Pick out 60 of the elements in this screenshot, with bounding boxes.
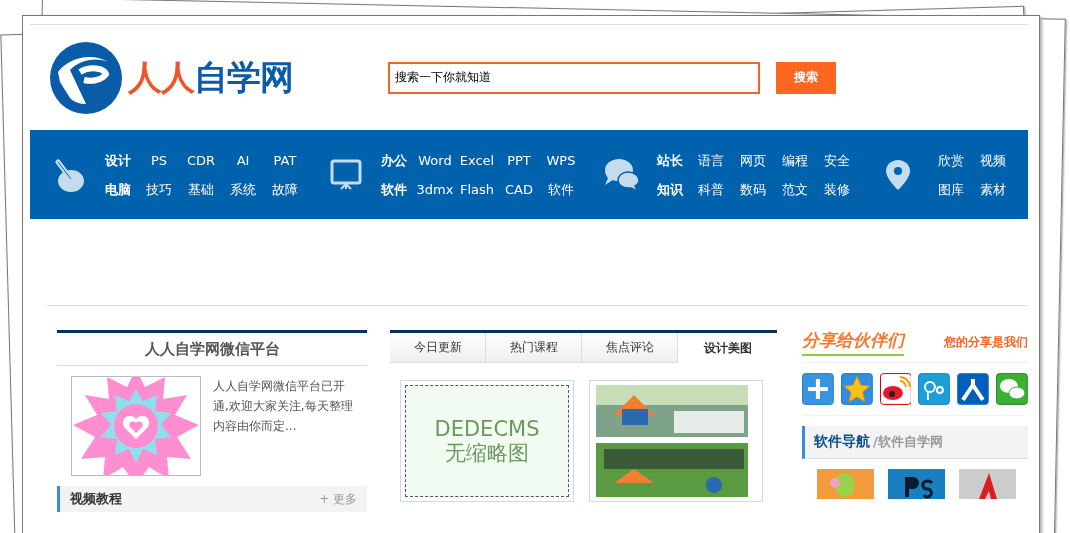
- nav-category-heading[interactable]: 办公: [378, 151, 410, 169]
- nav-link[interactable]: 基础: [180, 180, 222, 198]
- logo-icon: [50, 41, 122, 114]
- wechat-panel-title: 人人自学网微信平台: [57, 330, 367, 366]
- nav-link[interactable]: 视频: [972, 151, 1014, 169]
- nav-link[interactable]: PAT: [264, 151, 306, 169]
- location-pin-icon: [885, 158, 911, 191]
- nav-link[interactable]: PS: [138, 151, 180, 169]
- nav-link[interactable]: Excel: [456, 151, 498, 169]
- nav-category-heading[interactable]: 软件: [378, 180, 410, 198]
- nav-link[interactable]: 数码: [732, 180, 774, 198]
- nav-link[interactable]: 范文: [774, 180, 816, 198]
- nav-link[interactable]: WPS: [540, 151, 582, 169]
- photoshop-app-icon[interactable]: [888, 469, 945, 499]
- tab[interactable]: 热门课程: [486, 333, 582, 363]
- plus-share-icon[interactable]: [802, 373, 834, 405]
- section-subtitle: /软件自学网: [873, 433, 943, 451]
- chat-bubbles-icon: [603, 156, 641, 193]
- search-field[interactable]: 搜索一下你就知道: [388, 61, 760, 94]
- person-share-icon[interactable]: [957, 373, 990, 405]
- share-slogan: 您的分享是我们: [944, 333, 1028, 351]
- nav-category-heading[interactable]: 站长: [654, 151, 686, 169]
- nav-link[interactable]: AI: [222, 151, 264, 169]
- nav-link[interactable]: PPT: [498, 151, 540, 169]
- nav-category-heading[interactable]: 知识: [654, 180, 686, 198]
- nav-link[interactable]: 素材: [972, 180, 1014, 198]
- tab[interactable]: 焦点评论: [582, 333, 678, 363]
- palette-brush-icon: [55, 156, 85, 193]
- wechat-description: 人人自学网微信平台已开通,欢迎大家关注,每天整理内容由你而定...: [213, 378, 354, 435]
- nav-link[interactable]: 装修: [816, 180, 858, 198]
- logo-text: 人人: [128, 55, 194, 99]
- presentation-board-icon: [330, 158, 362, 191]
- nav-link[interactable]: 编程: [774, 151, 816, 169]
- nav-link[interactable]: 科普: [690, 180, 732, 198]
- nav-link[interactable]: 欣赏: [930, 151, 972, 169]
- logo-text: 自学网: [194, 55, 293, 99]
- section-title: 软件导航: [814, 433, 870, 451]
- nav-link[interactable]: Word: [414, 151, 456, 169]
- share-title: 分享给伙伴们: [802, 328, 904, 356]
- swirl-share-icon[interactable]: [918, 373, 951, 405]
- section-title: 视频教程: [70, 490, 122, 508]
- nav-link[interactable]: CDR: [180, 151, 222, 169]
- nav-link[interactable]: CAD: [498, 180, 540, 198]
- nav-category-heading[interactable]: 电脑: [102, 180, 134, 198]
- autocad-app-icon[interactable]: [959, 469, 1016, 499]
- nav-link[interactable]: 语言: [690, 151, 732, 169]
- nav-link[interactable]: 图库: [930, 180, 972, 198]
- nav-category-heading[interactable]: 设计: [102, 151, 134, 169]
- nav-link[interactable]: 技巧: [138, 180, 180, 198]
- nav-link[interactable]: 3dmx: [414, 180, 456, 198]
- nav-link[interactable]: 系统: [222, 180, 264, 198]
- tab[interactable]: 今日更新: [390, 333, 486, 363]
- nav-link[interactable]: Flash: [456, 180, 498, 198]
- star-share-icon[interactable]: [840, 373, 873, 405]
- nav-link[interactable]: 故障: [264, 180, 306, 198]
- chat-share-icon[interactable]: [996, 373, 1028, 405]
- nav-link[interactable]: 安全: [816, 151, 858, 169]
- nav-link[interactable]: 网页: [732, 151, 774, 169]
- nav-link[interactable]: 软件: [540, 180, 582, 198]
- weibo-share-icon[interactable]: [879, 373, 912, 405]
